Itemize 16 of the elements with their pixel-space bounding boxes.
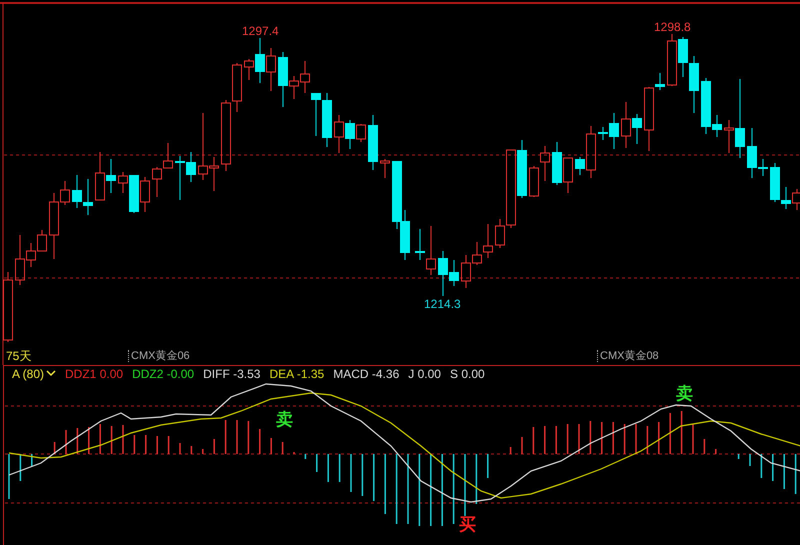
price-label: 1297.4 [242, 24, 279, 38]
indicator-value: DIFF -3.53 [203, 366, 260, 380]
signal-label: 卖 [276, 411, 293, 429]
indicator-value: S 0.00 [450, 366, 485, 380]
signal-label: 买 [459, 516, 476, 534]
indicator-selector[interactable]: A (80) [12, 366, 56, 380]
contract-label: CMX黄金08 [597, 350, 659, 362]
indicator-value: DDZ2 -0.00 [132, 366, 194, 380]
price-label: 1214.3 [424, 297, 461, 311]
signal-label: 卖 [676, 385, 693, 403]
indicator-value: DEA -1.35 [269, 366, 324, 380]
indicator-value: DDZ1 0.00 [65, 366, 124, 380]
indicator-value: MACD -4.36 [333, 366, 400, 380]
indicator-value: J 0.00 [408, 366, 441, 380]
price-label: 1298.8 [654, 20, 691, 34]
contract-label: CMX黄金06 [128, 350, 190, 362]
